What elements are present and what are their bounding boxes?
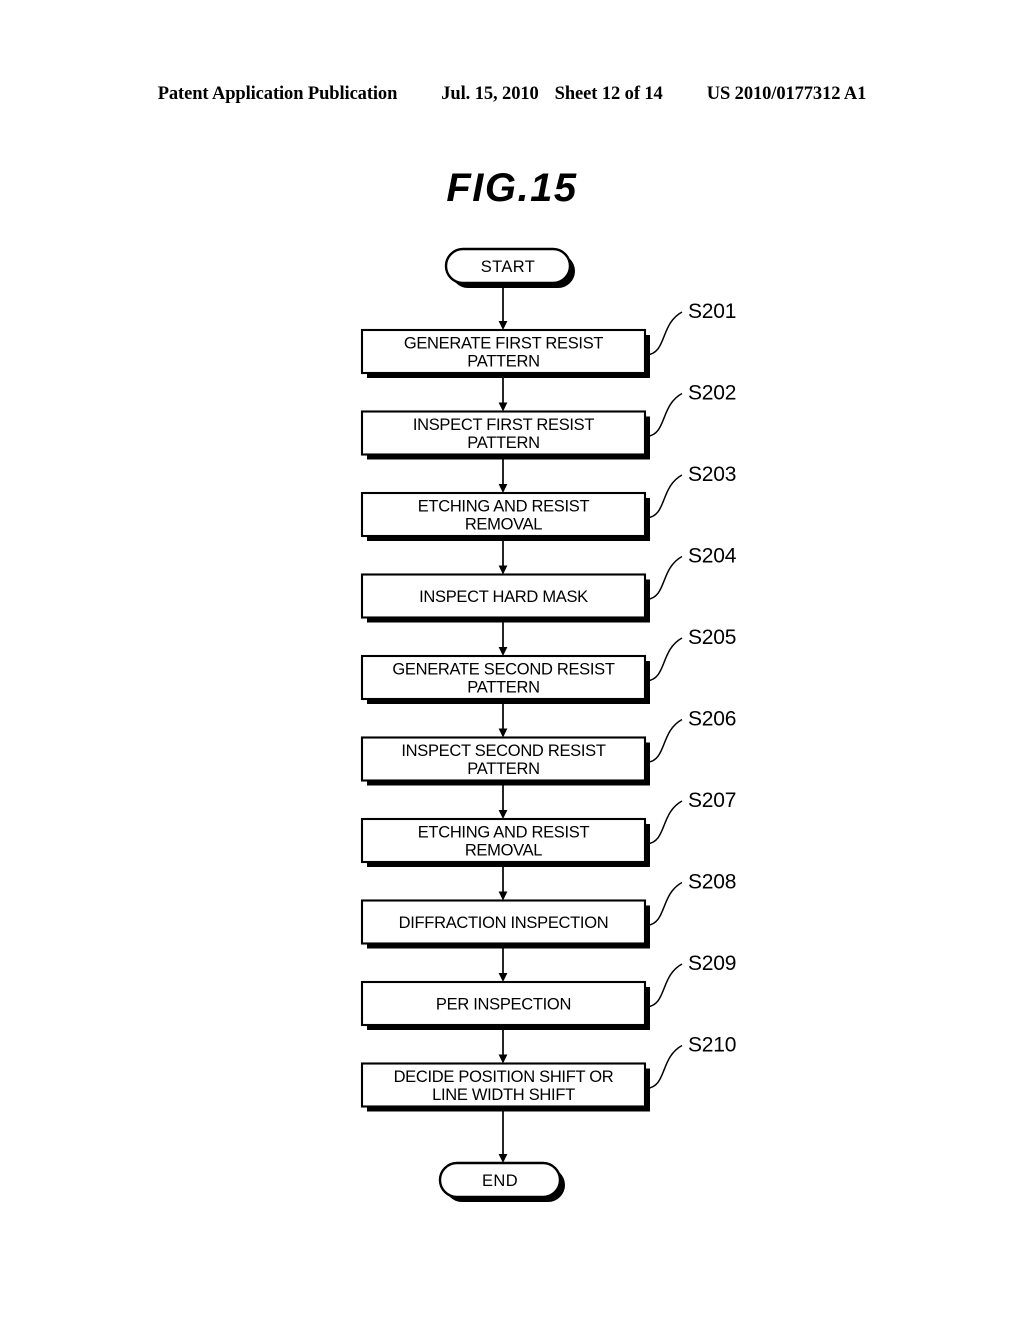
end-terminator-label: END — [482, 1172, 518, 1190]
start-terminator: START — [444, 247, 575, 288]
step-label-s207: S207 — [688, 789, 736, 812]
start-terminator-label: START — [481, 258, 536, 276]
process-step-s208-text-line-1: DIFFRACTION INSPECTION — [399, 914, 609, 932]
process-step-s206-text-line-2: PATTERN — [467, 760, 539, 778]
process-step-s204-text-line-1: INSPECT HARD MASK — [419, 588, 588, 606]
process-step-s202-text-line-1: INSPECT FIRST RESIST — [413, 416, 595, 434]
process-step-s201-text-line-1: GENERATE FIRST RESIST — [404, 335, 604, 353]
leader-line-s206 — [646, 718, 683, 764]
step-label-s210: S210 — [688, 1034, 736, 1057]
flowchart-step-leaders: S201 S202 S203 S204 S205 S206 S207 S208 S209 S210 — [646, 300, 737, 1090]
process-step-s202-text-line-2: PATTERN — [467, 434, 539, 452]
process-step-s210: DECIDE POSITION SHIFT ORLINE WIDTH SHIFT — [360, 1062, 650, 1112]
leader-line-s202 — [646, 392, 683, 438]
process-step-s204: INSPECT HARD MASK — [360, 573, 650, 623]
step-label-s204: S204 — [688, 545, 737, 568]
step-label-s203: S203 — [688, 463, 736, 486]
process-step-s205-text-line-1: GENERATE SECOND RESIST — [392, 661, 615, 679]
process-step-s209-text-line-1: PER INSPECTION — [436, 996, 571, 1014]
process-step-s205-text-line-2: PATTERN — [467, 679, 539, 697]
leader-line-s204 — [646, 555, 683, 601]
leader-line-s210 — [646, 1044, 683, 1090]
process-step-s210-text-line-1: DECIDE POSITION SHIFT OR — [394, 1068, 614, 1086]
end-terminator: END — [438, 1161, 565, 1202]
leader-line-s207 — [646, 800, 683, 845]
flowchart-nodes: STARTGENERATE FIRST RESISTPATTERNINSPECT… — [360, 247, 650, 1202]
process-step-s207-text-line-2: REMOVAL — [465, 842, 542, 860]
step-label-s201: S201 — [688, 300, 736, 323]
leader-line-s203 — [646, 474, 683, 519]
leader-line-s201 — [646, 311, 683, 356]
process-step-s203-text-line-1: ETCHING AND RESIST — [418, 498, 590, 516]
process-step-s207: ETCHING AND RESISTREMOVAL — [360, 817, 650, 867]
step-label-s209: S209 — [688, 952, 736, 975]
process-step-s206: INSPECT SECOND RESISTPATTERN — [360, 736, 650, 786]
leader-line-s205 — [646, 637, 683, 682]
process-step-s206-text-line-1: INSPECT SECOND RESIST — [401, 742, 605, 760]
leader-line-s208 — [646, 881, 683, 927]
leader-line-s209 — [646, 963, 683, 1008]
process-step-s209: PER INSPECTION — [360, 980, 650, 1030]
process-step-s205: GENERATE SECOND RESISTPATTERN — [360, 654, 650, 704]
process-step-s201-text-line-2: PATTERN — [467, 353, 539, 371]
step-label-s208: S208 — [688, 871, 736, 894]
process-step-s203: ETCHING AND RESISTREMOVAL — [360, 491, 650, 541]
flowchart-diagram: STARTGENERATE FIRST RESISTPATTERNINSPECT… — [360, 247, 737, 1202]
step-label-s202: S202 — [688, 382, 736, 405]
process-step-s201: GENERATE FIRST RESISTPATTERN — [360, 328, 650, 378]
step-label-s206: S206 — [688, 708, 736, 731]
process-step-s207-text-line-1: ETCHING AND RESIST — [418, 824, 590, 842]
process-step-s202: INSPECT FIRST RESISTPATTERN — [360, 410, 650, 460]
process-step-s203-text-line-2: REMOVAL — [465, 516, 542, 534]
step-label-s205: S205 — [688, 626, 736, 649]
process-step-s210-text-line-2: LINE WIDTH SHIFT — [432, 1086, 575, 1104]
process-step-s208: DIFFRACTION INSPECTION — [360, 899, 650, 949]
